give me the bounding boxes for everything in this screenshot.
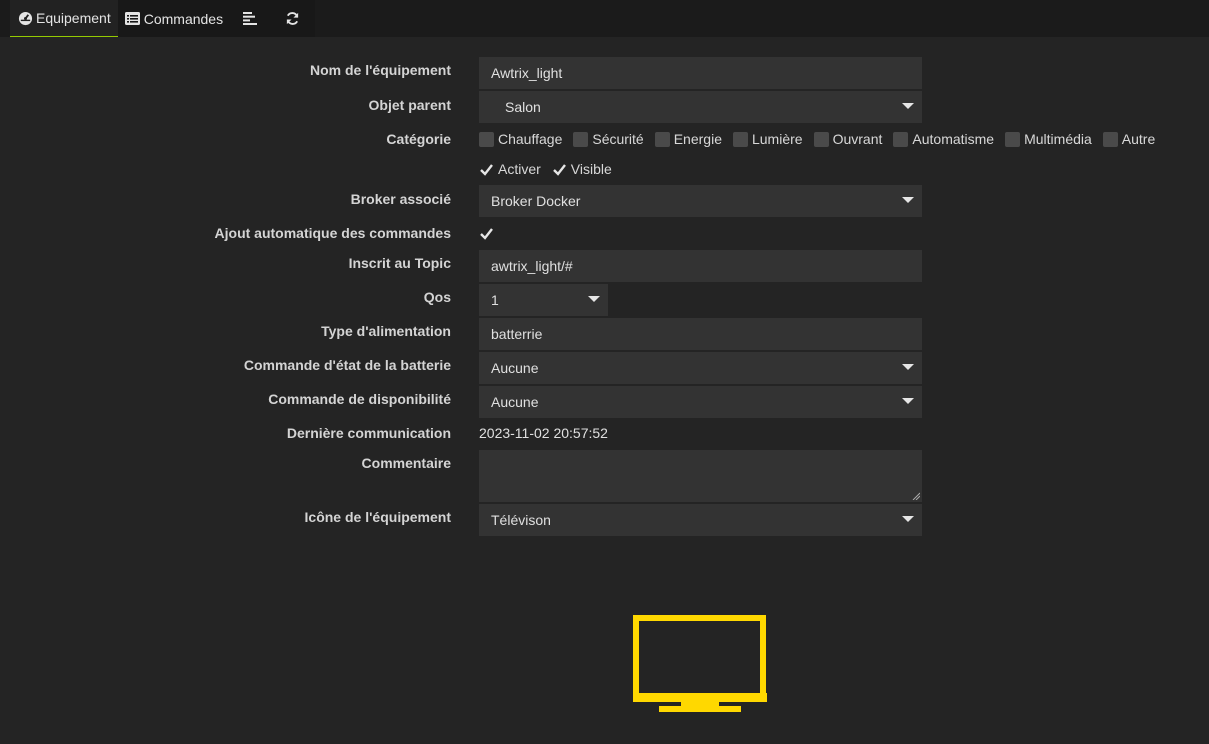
category-automatisme[interactable]: Automatisme <box>893 131 994 147</box>
category-option-label: Autre <box>1121 131 1156 147</box>
tab-configuration[interactable] <box>230 0 272 37</box>
checkbox-icon[interactable] <box>732 131 748 147</box>
tab-equipement-label: Equipement <box>36 10 111 26</box>
chevron-down-icon <box>902 103 914 109</box>
tab-equipement[interactable]: Equipement <box>10 0 118 37</box>
category-multimedia[interactable]: Multimédia <box>1005 131 1092 147</box>
name-label: Nom de l'équipement <box>309 62 451 78</box>
battery-cmd-value: Aucune <box>491 360 539 376</box>
tab-commandes[interactable]: Commandes <box>118 0 230 37</box>
power-label: Type d'alimentation <box>321 323 451 339</box>
broker-select[interactable]: Broker Docker <box>479 185 922 217</box>
category-autre[interactable]: Autre <box>1102 131 1156 147</box>
checkbox-icon[interactable] <box>893 131 909 147</box>
parent-select[interactable]: Salon <box>479 91 922 123</box>
battery-cmd-select[interactable]: Aucune <box>479 352 922 384</box>
icon-select-value: Télévison <box>491 512 551 528</box>
icon-label: Icône de l'équipement <box>304 509 451 525</box>
resize-grip-icon[interactable] <box>912 492 920 500</box>
television-icon <box>633 615 767 716</box>
auto-add-checkbox[interactable] <box>479 226 494 241</box>
last-comm-label: Dernière communication <box>286 425 451 441</box>
category-checkboxes: Chauffage Sécurité Energie Lumière Ouvra… <box>479 131 1155 147</box>
tabs: Equipement Commandes <box>10 0 315 37</box>
comment-label: Commentaire <box>361 455 451 471</box>
auto-add-label: Ajout automatique des commandes <box>214 225 451 241</box>
activate-checkbox[interactable]: Activer <box>479 161 541 177</box>
tab-refresh[interactable] <box>273 0 315 37</box>
category-option-label: Sécurité <box>592 131 644 147</box>
gauge-icon <box>17 10 33 26</box>
category-option-label: Automatisme <box>912 131 995 147</box>
qos-select[interactable]: 1 <box>479 284 608 316</box>
tab-bar: Equipement Commandes <box>0 0 1209 37</box>
checkbox-icon[interactable] <box>573 131 589 147</box>
activate-label: Activer <box>498 161 541 177</box>
tab-commandes-label: Commandes <box>143 10 224 27</box>
checkbox-icon[interactable] <box>654 131 670 147</box>
visible-label: Visible <box>570 161 612 177</box>
state-checkboxes: Activer Visible <box>479 161 623 177</box>
check-icon[interactable] <box>479 162 494 177</box>
power-input[interactable]: batterrie <box>479 318 922 350</box>
category-option-label: Lumière <box>751 131 803 147</box>
chevron-down-icon <box>588 296 600 302</box>
broker-label: Broker associé <box>350 191 451 207</box>
auto-add-row <box>479 226 494 241</box>
check-icon[interactable] <box>552 162 567 177</box>
chevron-down-icon <box>902 197 914 203</box>
category-lumiere[interactable]: Lumière <box>732 131 803 147</box>
checkbox-icon[interactable] <box>479 131 494 147</box>
visible-checkbox[interactable]: Visible <box>552 161 612 177</box>
category-ouvrant[interactable]: Ouvrant <box>813 131 883 147</box>
parent-label: Objet parent <box>368 97 451 113</box>
topic-label: Inscrit au Topic <box>348 255 451 271</box>
avail-cmd-label: Commande de disponibilité <box>268 391 451 407</box>
align-left-icon <box>242 11 258 27</box>
category-option-label: Energie <box>673 131 722 147</box>
topic-input[interactable]: awtrix_light/# <box>479 250 922 282</box>
refresh-icon <box>284 11 300 27</box>
category-label: Catégorie <box>386 131 451 147</box>
category-option-label: Chauffage <box>498 131 563 147</box>
category-chauffage[interactable]: Chauffage <box>479 131 562 147</box>
category-energie[interactable]: Energie <box>654 131 722 147</box>
checkbox-icon[interactable] <box>813 131 829 147</box>
avail-cmd-value: Aucune <box>491 394 539 410</box>
icon-select[interactable]: Télévison <box>479 504 922 536</box>
category-securite[interactable]: Sécurité <box>573 131 644 147</box>
category-option-label: Multimédia <box>1024 131 1092 147</box>
broker-select-value: Broker Docker <box>491 193 581 209</box>
checkbox-icon[interactable] <box>1102 131 1118 147</box>
avail-cmd-select[interactable]: Aucune <box>479 386 922 418</box>
chevron-down-icon <box>902 516 914 522</box>
chevron-down-icon <box>902 398 914 404</box>
parent-select-value: Salon <box>505 99 541 115</box>
list-icon <box>125 11 141 27</box>
battery-cmd-label: Commande d'état de la batterie <box>243 357 451 373</box>
qos-label: Qos <box>423 289 451 305</box>
comment-textarea[interactable] <box>479 450 922 502</box>
name-input[interactable]: Awtrix_light <box>479 57 922 89</box>
last-comm-value: 2023-11-02 20:57:52 <box>479 425 608 441</box>
category-option-label: Ouvrant <box>832 131 883 147</box>
checkbox-icon[interactable] <box>1005 131 1021 147</box>
chevron-down-icon <box>902 364 914 370</box>
qos-select-value: 1 <box>491 292 499 308</box>
